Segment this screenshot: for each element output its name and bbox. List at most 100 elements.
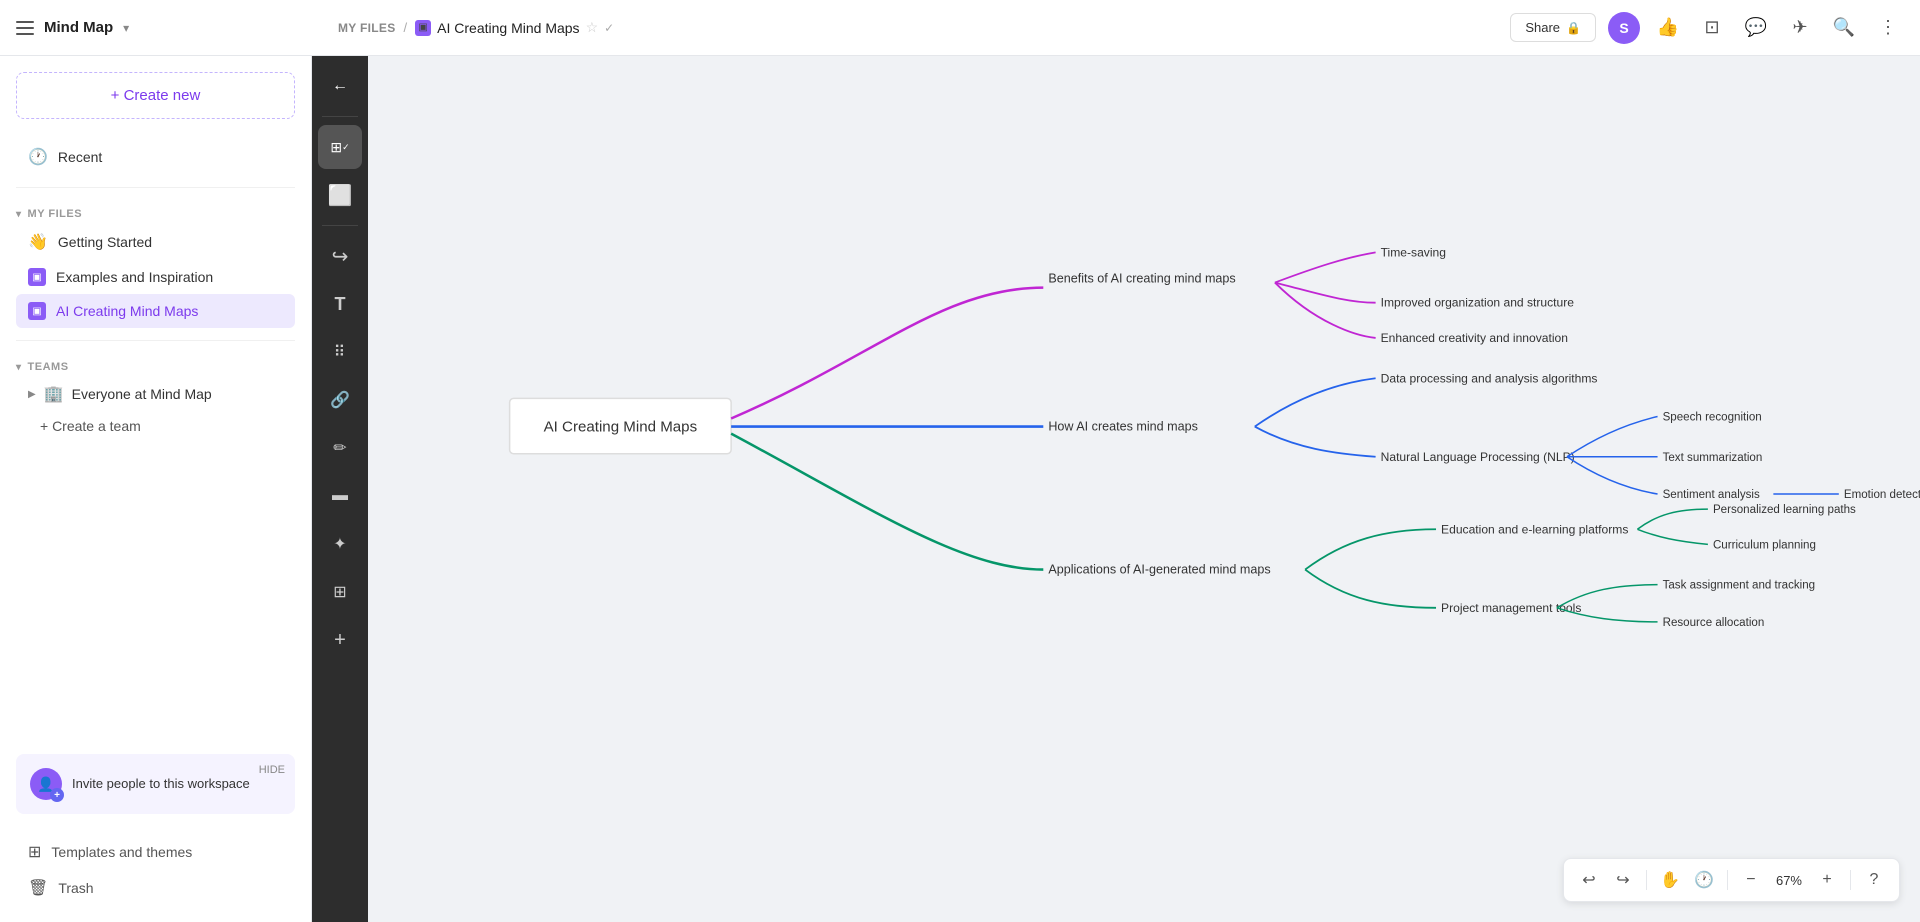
header: Mind Map ▾ MY FILES / ▣ AI Creating Mind… — [0, 0, 1920, 56]
invite-avatar: 👤 — [30, 768, 62, 800]
data-processing-label: Data processing and analysis algorithms — [1381, 371, 1598, 385]
breadcrumb-separator: / — [404, 20, 408, 35]
clock-icon: 🕐 — [28, 147, 48, 167]
sidebar-item-getting-started[interactable]: 👋 Getting Started — [16, 224, 295, 260]
create-team-label: + Create a team — [40, 418, 141, 434]
sidebar-recent-section: 🕐 Recent — [0, 135, 311, 183]
ai-mindmaps-icon: ▣ — [28, 302, 46, 320]
undo-button[interactable]: ↩ — [1574, 865, 1604, 895]
history-button[interactable]: 🕐 — [1689, 865, 1719, 895]
trash-icon: 🗑 — [28, 878, 48, 898]
menu-icon[interactable] — [16, 21, 34, 35]
templates-label: Templates and themes — [51, 844, 192, 860]
select-tool-button[interactable]: ⊞✓ — [318, 125, 362, 169]
redirect-tool-button[interactable]: ↪ — [318, 234, 362, 278]
wave-icon: 👋 — [28, 232, 48, 252]
invite-text: Invite people to this workspace — [72, 775, 250, 793]
speech-label: Speech recognition — [1663, 412, 1762, 424]
share-send-icon[interactable]: ✈ — [1784, 12, 1816, 44]
add-tool-button[interactable]: + — [318, 618, 362, 662]
sentiment-label: Sentiment analysis — [1663, 489, 1760, 501]
my-files-section: ▾ MY FILES 👋 Getting Started ▣ Examples … — [0, 192, 311, 336]
avatar[interactable]: S — [1608, 12, 1640, 44]
table-tool-button[interactable]: ⊞ — [318, 570, 362, 614]
breadcrumb-my-files[interactable]: MY FILES — [338, 21, 396, 35]
present-icon[interactable]: ⊡ — [1696, 12, 1728, 44]
invite-hide-button[interactable]: HIDE — [259, 764, 285, 776]
text-summ-label: Text summarization — [1663, 452, 1763, 464]
sparkle-tool-button[interactable]: ✦ — [318, 522, 362, 566]
toolbar-divider-3 — [1850, 870, 1851, 890]
sidebar-item-trash[interactable]: 🗑 Trash — [16, 870, 295, 906]
getting-started-label: Getting Started — [58, 234, 152, 250]
sidebar-divider-1 — [16, 187, 295, 188]
sidebar-item-examples[interactable]: ▣ Examples and Inspiration — [16, 260, 295, 294]
bottom-toolbar: ↩ ↪ ✋ 🕐 − 67% + ? — [1563, 858, 1900, 902]
text-tool-button[interactable]: T — [318, 282, 362, 326]
sidebar-top: + Create new — [0, 56, 311, 135]
pen-tool-button[interactable]: ✏ — [318, 426, 362, 470]
personalized-label: Personalized learning paths — [1713, 504, 1856, 516]
hand-tool-button[interactable]: ✋ — [1655, 865, 1685, 895]
main-layout: + Create new 🕐 Recent ▾ MY FILES 👋 Getti… — [0, 56, 1920, 922]
project-mgmt-label: Project management tools — [1441, 601, 1581, 615]
team-item-everyone[interactable]: ▶ 🏢 Everyone at Mind Map — [16, 377, 295, 411]
back-button[interactable]: ← — [318, 64, 362, 108]
sidebar-item-templates[interactable]: ⊞ Templates and themes — [16, 834, 295, 870]
center-node-label: AI Creating Mind Maps — [544, 419, 698, 436]
comment-icon[interactable]: 💬 — [1740, 12, 1772, 44]
workspace-chevron[interactable]: ▾ — [123, 21, 129, 35]
examples-icon: ▣ — [28, 268, 46, 286]
zoom-in-button[interactable]: + — [1812, 865, 1842, 895]
workspace-name[interactable]: Mind Map — [44, 19, 113, 36]
teams-toggle[interactable]: ▾ — [16, 362, 22, 373]
sidebar-spacer — [0, 449, 311, 742]
tool-divider-0 — [322, 116, 358, 117]
my-files-label: ▾ MY FILES — [16, 200, 295, 224]
lock-icon: 🔒 — [1566, 21, 1581, 35]
zoom-out-button[interactable]: − — [1736, 865, 1766, 895]
more-icon[interactable]: ⋮ — [1872, 12, 1904, 44]
file-name: AI Creating Mind Maps — [437, 20, 579, 36]
like-icon[interactable]: 👍 — [1652, 12, 1684, 44]
sidebar: + Create new 🕐 Recent ▾ MY FILES 👋 Getti… — [0, 56, 312, 922]
toolbar-divider-2 — [1727, 870, 1728, 890]
sidebar-divider-2 — [16, 340, 295, 341]
redo-button[interactable]: ↪ — [1608, 865, 1638, 895]
improved-org-label: Improved organization and structure — [1381, 296, 1575, 310]
team-label: Everyone at Mind Map — [72, 386, 212, 402]
mindmap-svg: AI Creating Mind Maps Benefits of AI cre… — [368, 56, 1920, 922]
curriculum-label: Curriculum planning — [1713, 539, 1816, 551]
examples-label: Examples and Inspiration — [56, 269, 213, 285]
grid-tool-button[interactable]: ⠿ — [318, 330, 362, 374]
mindmap-container: AI Creating Mind Maps Benefits of AI cre… — [368, 56, 1920, 922]
sidebar-item-recent[interactable]: 🕐 Recent — [16, 139, 295, 175]
task-assign-label: Task assignment and tracking — [1663, 580, 1816, 592]
share-button[interactable]: Share 🔒 — [1510, 13, 1596, 42]
help-button[interactable]: ? — [1859, 865, 1889, 895]
how-ai-label: How AI creates mind maps — [1048, 420, 1198, 434]
create-team-button[interactable]: + Create a team — [16, 411, 295, 441]
search-icon[interactable]: 🔍 — [1828, 12, 1860, 44]
link-tool-button[interactable]: 🔗 — [318, 378, 362, 422]
canvas-area[interactable]: AI Creating Mind Maps Benefits of AI cre… — [368, 56, 1920, 922]
education-label: Education and e-learning platforms — [1441, 522, 1628, 536]
my-files-toggle[interactable]: ▾ — [16, 209, 22, 220]
clip-tool-button[interactable]: ▬ — [318, 474, 362, 518]
benefits-label: Benefits of AI creating mind maps — [1048, 272, 1235, 286]
check-icon: ✓ — [604, 21, 614, 35]
enhanced-creativity-label: Enhanced creativity and innovation — [1381, 331, 1568, 345]
emotion-label: Emotion detection — [1844, 489, 1920, 501]
tool-panel: ← ⊞✓ ⬜ ↪ T ⠿ 🔗 ✏ ▬ ✦ ⊞ + — [312, 56, 368, 922]
create-new-button[interactable]: + Create new — [16, 72, 295, 119]
star-icon[interactable]: ☆ — [586, 19, 599, 36]
recent-label: Recent — [58, 149, 102, 165]
invite-content: 👤 Invite people to this workspace — [30, 768, 281, 800]
sidebar-item-ai-mind-maps[interactable]: ▣ AI Creating Mind Maps — [16, 294, 295, 328]
header-actions: Share 🔒 S 👍 ⊡ 💬 ✈ 🔍 ⋮ — [1510, 12, 1904, 44]
time-saving-label: Time-saving — [1381, 245, 1446, 259]
frame-tool-button[interactable]: ⬜ — [318, 173, 362, 217]
resource-alloc-label: Resource allocation — [1663, 617, 1765, 629]
applications-label: Applications of AI-generated mind maps — [1048, 563, 1270, 577]
share-label: Share — [1525, 20, 1560, 35]
